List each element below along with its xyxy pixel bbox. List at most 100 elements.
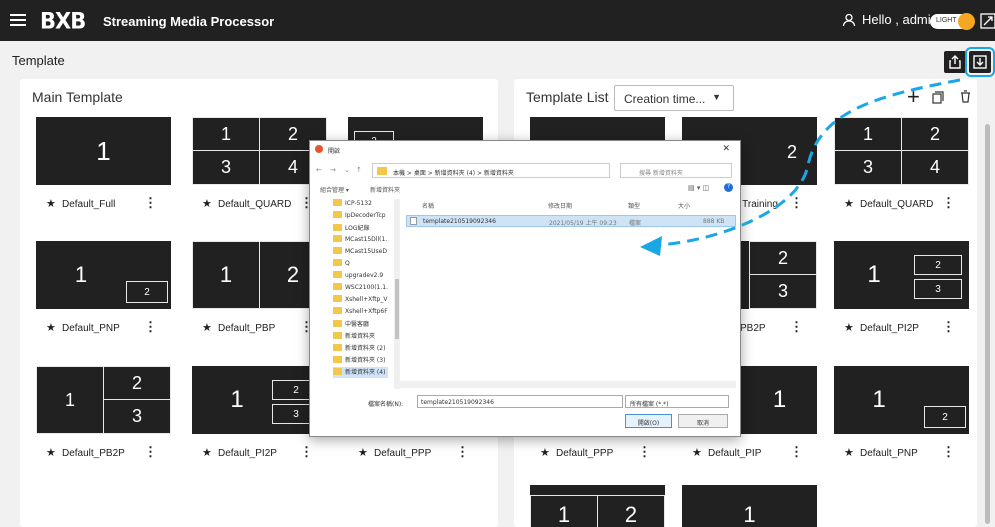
- template-card[interactable]: 1: [682, 485, 817, 527]
- file-icon: [410, 217, 417, 225]
- template-list-title: Template List: [526, 89, 609, 105]
- star-icon[interactable]: ★: [844, 446, 854, 459]
- template-card[interactable]: 1 2 ★ Default_PNP ⋮: [834, 366, 969, 471]
- main-template-title: Main Template: [32, 89, 123, 105]
- more-icon[interactable]: ⋮: [144, 319, 157, 335]
- template-card[interactable]: 1 ★ Default_Full ⋮: [36, 117, 171, 222]
- layout-thumbnail: 1 2: [192, 241, 327, 309]
- scrollbar-thumb[interactable]: [985, 124, 990, 524]
- tree-item[interactable]: Q: [333, 259, 388, 270]
- tree-item[interactable]: MCast15UseD: [333, 247, 388, 258]
- layout-thumbnail: 1: [682, 485, 817, 527]
- tree-item[interactable]: IpDecoderTcp: [333, 211, 388, 222]
- more-icon[interactable]: ⋮: [456, 444, 469, 460]
- template-name: Default_PPP: [556, 448, 614, 459]
- sort-select[interactable]: Creation time... ▼: [614, 85, 734, 111]
- star-icon[interactable]: ★: [540, 446, 550, 459]
- template-card[interactable]: 1 2 3 ★ Default_PB2P ⋮: [36, 366, 171, 471]
- tree-item[interactable]: 新增資料夾: [333, 331, 388, 342]
- new-folder-button[interactable]: 新增資料夾: [370, 185, 400, 194]
- template-card[interactable]: 1 2 3 ★ Default_PI2P ⋮: [834, 241, 969, 346]
- template-card[interactable]: 1 2 3 ★ Default_PI2P ⋮: [192, 366, 327, 471]
- column-size[interactable]: 大小: [678, 201, 690, 210]
- page-scrollbar[interactable]: [982, 112, 992, 524]
- organize-button[interactable]: 組合管理 ▾: [320, 185, 349, 194]
- column-name[interactable]: 名稱: [422, 201, 434, 210]
- cell-label: 1: [872, 386, 886, 413]
- star-icon[interactable]: ★: [844, 197, 854, 210]
- export-button[interactable]: [944, 51, 966, 73]
- forward-icon[interactable]: →: [330, 166, 336, 174]
- more-icon[interactable]: ⋮: [638, 444, 651, 460]
- tree-item[interactable]: MCast15Dll(1.: [333, 235, 388, 246]
- theme-label: LIGHT: [936, 17, 957, 24]
- dialog-title: 開啟: [328, 148, 341, 155]
- import-button[interactable]: [965, 47, 995, 77]
- greeting-text: Hello , admin: [862, 12, 938, 27]
- folder-icon: [377, 167, 387, 175]
- template-card[interactable]: 1 2: [530, 485, 665, 527]
- more-icon[interactable]: ⋮: [790, 319, 803, 335]
- cancel-button[interactable]: 取消: [678, 414, 728, 428]
- star-icon[interactable]: ★: [358, 446, 368, 459]
- template-card[interactable]: 1 2 ★ Default_PNP ⋮: [36, 241, 171, 346]
- file-row[interactable]: template210519092346 2021/05/19 上午 09:23…: [406, 215, 736, 227]
- more-icon[interactable]: ⋮: [942, 444, 955, 460]
- star-icon[interactable]: ★: [46, 197, 56, 210]
- more-icon[interactable]: ⋮: [942, 319, 955, 335]
- more-icon[interactable]: ⋮: [942, 195, 955, 211]
- more-icon[interactable]: ⋮: [300, 444, 313, 460]
- address-bar[interactable]: 本機 > 桌面 > 新增資料夾 (4) > 新增資料夾: [372, 163, 610, 178]
- help-icon[interactable]: ?: [724, 183, 733, 192]
- view-icon[interactable]: ▤ ▾ ◫: [688, 184, 709, 192]
- tree-item[interactable]: upgradev2.9: [333, 271, 388, 282]
- user-menu[interactable]: Hello , admin: [842, 12, 938, 27]
- more-icon[interactable]: ⋮: [790, 444, 803, 460]
- more-icon[interactable]: ⋮: [790, 195, 803, 211]
- up-icon[interactable]: ↑: [356, 166, 362, 174]
- cell-label: 1: [867, 261, 881, 288]
- star-icon[interactable]: ★: [202, 446, 212, 459]
- trash-icon[interactable]: [960, 90, 971, 103]
- toggle-knob: [958, 13, 975, 30]
- template-card[interactable]: 1 2 ★ Default_PBP ⋮: [192, 241, 327, 346]
- column-date[interactable]: 修改日期: [548, 201, 572, 210]
- tree-item[interactable]: Xshell+Xftp_V: [333, 295, 388, 306]
- template-card[interactable]: 1 2 3 4 ★ Default_QUARD ⋮: [192, 117, 327, 222]
- star-icon[interactable]: ★: [46, 321, 56, 334]
- file-type: 檔案: [629, 220, 642, 227]
- tree-item[interactable]: 中醫客廳: [333, 319, 388, 330]
- chevron-down-icon[interactable]: ⌄: [344, 166, 350, 174]
- star-icon[interactable]: ★: [692, 446, 702, 459]
- tree-item[interactable]: Xshell+Xftp6F: [333, 307, 388, 318]
- copy-icon[interactable]: [932, 91, 944, 104]
- horizontal-scrollbar[interactable]: [400, 381, 736, 388]
- star-icon[interactable]: ★: [202, 197, 212, 210]
- tree-item[interactable]: WSC2100(1.1.: [333, 283, 388, 294]
- tree-item[interactable]: LOG紀錄: [333, 223, 388, 234]
- more-icon[interactable]: ⋮: [144, 195, 157, 211]
- fullscreen-icon[interactable]: [980, 13, 995, 29]
- tree-item[interactable]: 新增資料夾 (3): [333, 355, 388, 366]
- tree-item[interactable]: ICP-5132: [333, 199, 388, 210]
- template-card[interactable]: 1 2 3 4 ★ Default_QUARD ⋮: [834, 117, 969, 222]
- theme-toggle[interactable]: LIGHT: [930, 13, 975, 30]
- star-icon[interactable]: ★: [844, 321, 854, 334]
- more-icon[interactable]: ⋮: [144, 444, 157, 460]
- search-input[interactable]: 搜尋 新增資料夾: [620, 163, 732, 178]
- back-icon[interactable]: ←: [316, 166, 322, 174]
- column-type[interactable]: 類型: [628, 201, 640, 210]
- tree-scrollbar[interactable]: [394, 199, 400, 389]
- filetype-select[interactable]: 所有檔案 (*.*): [625, 395, 729, 408]
- star-icon[interactable]: ★: [46, 446, 56, 459]
- layout-thumbnail: 1 2 3: [36, 366, 171, 434]
- close-icon[interactable]: ✕: [722, 144, 730, 154]
- tree-item[interactable]: 新增資料夾 (2): [333, 343, 388, 354]
- tree-item[interactable]: 新增資料夾 (4): [333, 367, 388, 378]
- menu-icon[interactable]: [10, 11, 26, 29]
- open-button[interactable]: 開啟(O): [625, 414, 672, 428]
- add-icon[interactable]: +: [907, 84, 920, 110]
- filename-input[interactable]: template210519092346: [417, 395, 623, 408]
- template-name: Default_PBP: [218, 323, 276, 334]
- star-icon[interactable]: ★: [202, 321, 212, 334]
